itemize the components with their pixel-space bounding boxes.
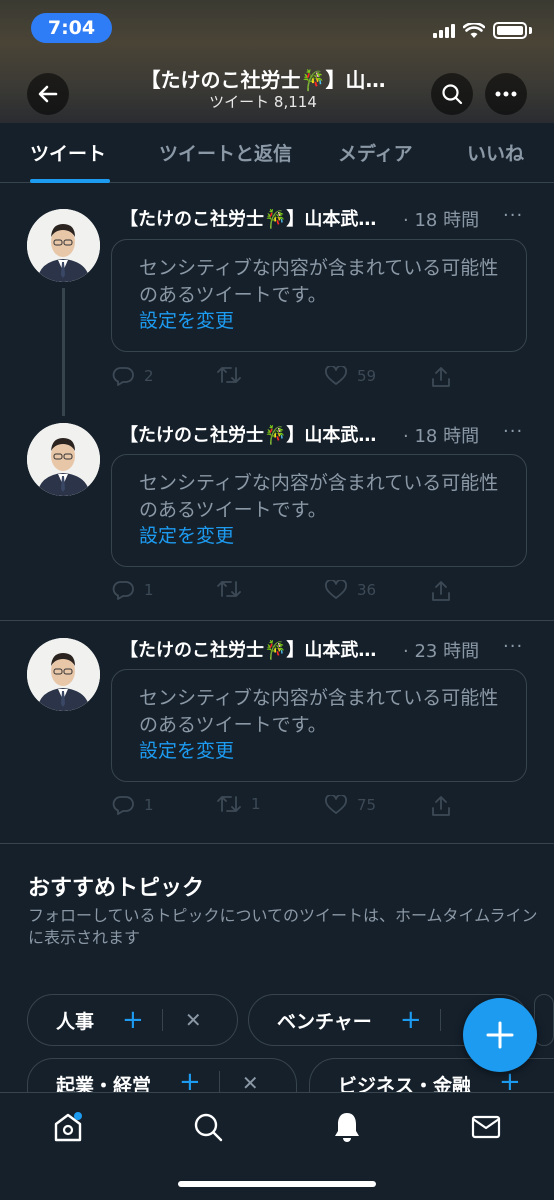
more-button[interactable]	[485, 73, 527, 115]
nav-explore[interactable]	[188, 1107, 228, 1147]
tab-tweets-replies[interactable]: ツイートと返信	[159, 139, 292, 166]
retweet-button[interactable]: 1	[217, 795, 261, 813]
follow-topic-plus-icon[interactable]: +	[122, 1005, 144, 1035]
compose-tweet-button[interactable]	[463, 998, 537, 1072]
topic-chip-label: ベンチャー	[277, 1010, 372, 1033]
sensitive-content-notice: センシティブな内容が含まれている可能性のあるツイートです。 設定を変更	[111, 454, 527, 567]
profile-name: 【たけのこ社労士🎋】山…	[140, 68, 386, 92]
tweet-author[interactable]: 【たけのこ社労士🎋】山本武…	[120, 636, 403, 662]
topic-chip-label: 人事	[56, 1010, 95, 1033]
wifi-icon	[463, 22, 485, 38]
tweet-count: ツイート 8,114	[209, 93, 317, 111]
share-icon	[432, 581, 450, 601]
sensitive-content-notice: センシティブな内容が含まれている可能性のあるツイートです。 設定を変更	[111, 239, 527, 352]
tweet-time: · 23 時間	[403, 641, 480, 662]
share-icon	[432, 796, 450, 816]
search-icon	[194, 1113, 223, 1142]
divider	[0, 843, 554, 844]
reply-button[interactable]: 2	[112, 366, 154, 386]
retweet-icon	[217, 581, 241, 597]
search-icon	[442, 84, 463, 105]
tweet[interactable]: 【たけのこ社労士🎋】山本武… · 23 時間 ··· センシティブな内容が含まれ…	[0, 615, 554, 840]
like-button[interactable]: 59	[325, 366, 376, 386]
like-button[interactable]: 75	[325, 795, 376, 815]
avatar-image	[27, 423, 100, 496]
topic-chip[interactable]: 人事 + ✕	[27, 994, 238, 1046]
arrow-left-icon	[38, 85, 58, 103]
retweet-button[interactable]	[217, 366, 251, 384]
like-button[interactable]: 36	[325, 580, 376, 600]
tab-likes[interactable]: いいね	[467, 139, 524, 166]
avatar-image	[27, 209, 100, 282]
status-time: 7:04	[31, 13, 112, 43]
nav-notifications[interactable]	[327, 1107, 367, 1147]
reply-icon	[112, 581, 134, 600]
dismiss-topic-close-icon[interactable]: ✕	[185, 1008, 202, 1032]
change-settings-link[interactable]: 設定を変更	[139, 309, 499, 333]
tweet-more-icon[interactable]: ···	[503, 421, 523, 442]
profile-tabs: ツイート ツイートと返信 メディア いいね	[0, 123, 554, 183]
share-button[interactable]	[430, 366, 452, 388]
sensitive-text: センシティブな内容が含まれている可能性のあるツイートです。	[139, 687, 499, 736]
change-settings-link[interactable]: 設定を変更	[139, 739, 499, 763]
home-indicator	[178, 1181, 376, 1187]
sensitive-text: センシティブな内容が含まれている可能性のあるツイートです。	[139, 257, 499, 306]
status-icons	[433, 22, 532, 39]
search-button[interactable]	[431, 73, 473, 115]
tab-media[interactable]: メディア	[338, 139, 413, 166]
tweet-time: · 18 時間	[403, 426, 480, 447]
more-icon	[495, 91, 517, 97]
sensitive-text: センシティブな内容が含まれている可能性のあるツイートです。	[139, 472, 499, 521]
reply-button[interactable]: 1	[112, 580, 154, 600]
home-icon	[54, 1112, 82, 1142]
heart-icon	[325, 366, 347, 385]
reply-button[interactable]: 1	[112, 795, 154, 815]
retweet-button[interactable]	[217, 580, 251, 598]
tweet-actions: 2 59	[112, 366, 452, 390]
tweet-actions: 1 36	[112, 580, 452, 604]
nav-home[interactable]	[48, 1107, 88, 1147]
reply-icon	[112, 367, 134, 386]
heart-icon	[325, 580, 347, 599]
avatar[interactable]	[27, 423, 100, 496]
back-button[interactable]	[27, 73, 69, 115]
tweet[interactable]: 【たけのこ社労士🎋】山本武… · 18 時間 ··· センシティブな内容が含まれ…	[0, 183, 554, 403]
mail-icon	[471, 1115, 501, 1139]
topics-title: おすすめトピック	[28, 876, 205, 901]
tab-tweets[interactable]: ツイート	[30, 139, 106, 166]
tweet-author[interactable]: 【たけのこ社労士🎋】山本武…	[120, 421, 403, 447]
sensitive-content-notice: センシティブな内容が含まれている可能性のあるツイートです。 設定を変更	[111, 669, 527, 782]
retweet-icon	[217, 796, 241, 812]
share-button[interactable]	[430, 795, 452, 817]
signal-icon	[433, 23, 455, 38]
change-settings-link[interactable]: 設定を変更	[139, 524, 499, 548]
tweet[interactable]: 【たけのこ社労士🎋】山本武… · 18 時間 ··· センシティブな内容が含まれ…	[0, 400, 554, 620]
tweet-actions: 1 1 75	[112, 795, 452, 819]
bell-icon	[335, 1113, 359, 1142]
avatar[interactable]	[27, 209, 100, 282]
plus-icon	[486, 1021, 514, 1049]
share-button[interactable]	[430, 580, 452, 602]
profile-header: 7:04 【たけのこ社労士🎋】山… ツイート 8,114	[0, 0, 554, 123]
tweet-time: · 18 時間	[403, 210, 480, 231]
nav-messages[interactable]	[466, 1107, 506, 1147]
avatar[interactable]	[27, 638, 100, 711]
battery-icon	[493, 22, 527, 39]
avatar-image	[27, 638, 100, 711]
topics-description: フォローしているトピックについてのツイートは、ホームタイムラインに表示されます	[28, 906, 538, 947]
heart-icon	[325, 795, 347, 814]
follow-topic-plus-icon[interactable]: +	[400, 1005, 422, 1035]
tweet-author[interactable]: 【たけのこ社労士🎋】山本武…	[120, 205, 403, 231]
tweet-more-icon[interactable]: ···	[503, 636, 523, 657]
tweet-more-icon[interactable]: ···	[503, 205, 523, 226]
reply-icon	[112, 796, 134, 815]
share-icon	[432, 367, 450, 387]
retweet-icon	[217, 367, 241, 383]
topic-chip[interactable]	[534, 994, 554, 1046]
